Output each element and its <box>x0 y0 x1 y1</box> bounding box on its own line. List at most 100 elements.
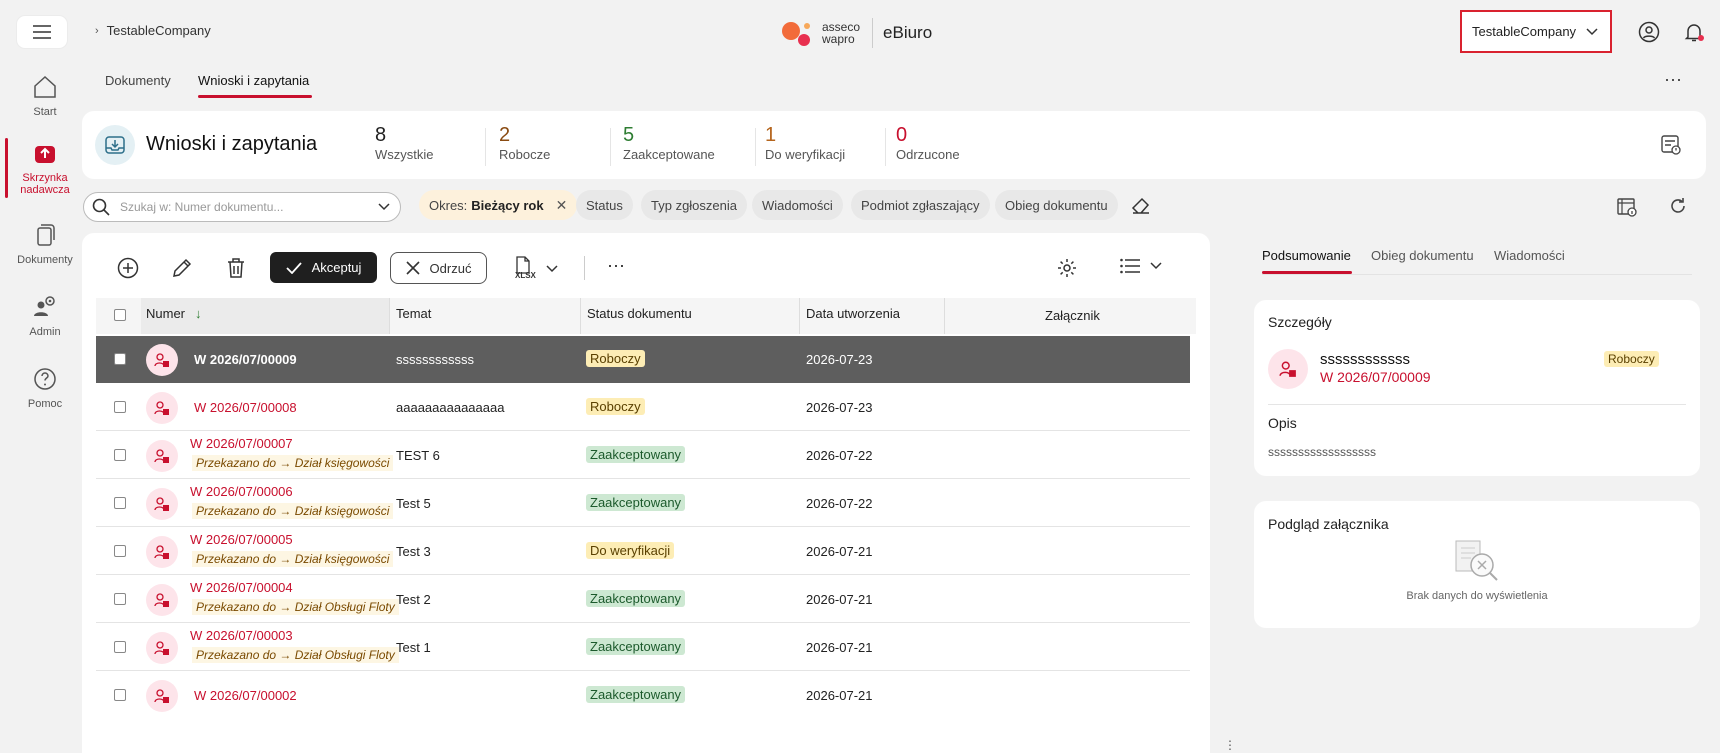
details-status-badge: Roboczy <box>1604 351 1659 367</box>
stat-rejected-value: 0 <box>896 124 908 146</box>
refresh-icon[interactable] <box>1668 196 1688 216</box>
eraser-icon[interactable] <box>1131 196 1151 216</box>
edit-icon[interactable] <box>170 256 194 280</box>
stat-rejected[interactable]: 0 Odrzucone <box>896 124 960 162</box>
row-checkbox[interactable] <box>114 641 126 653</box>
tab-wnioski[interactable]: Wnioski i zapytania <box>198 73 309 88</box>
add-icon[interactable] <box>116 256 140 280</box>
table-row[interactable]: W 2026/07/00009 ssssssssssss Roboczy 202… <box>96 336 1190 383</box>
doc-number[interactable]: W 2026/07/00004 <box>190 580 293 595</box>
column-temat[interactable]: Temat <box>396 306 431 321</box>
table-row[interactable]: W 2026/07/00008 aaaaaaaaaaaaaaa Roboczy … <box>96 384 1190 431</box>
resize-handle-icon[interactable]: ⋮ <box>1224 738 1236 752</box>
user-account-icon[interactable] <box>1637 20 1661 44</box>
menu-button[interactable] <box>17 16 67 48</box>
forward-note: Przekazano do → Dział księgowości <box>192 551 394 567</box>
details-card: Szczegóły ssssssssssss W 2026/07/00009 R… <box>1254 300 1700 476</box>
list-view-icon <box>1120 258 1140 274</box>
tab-messages[interactable]: Wiadomości <box>1494 248 1565 263</box>
accept-button[interactable]: Akceptuj <box>270 252 377 283</box>
table-row[interactable]: W 2026/07/00003 Przekazano do → Dział Ob… <box>96 624 1190 671</box>
doc-date: 2026-07-23 <box>806 352 873 367</box>
delete-icon[interactable] <box>224 256 248 280</box>
doc-number[interactable]: W 2026/07/00007 <box>190 436 293 451</box>
logo-mark-icon <box>782 22 810 46</box>
inbox-download-icon <box>95 125 135 165</box>
table-row[interactable]: W 2026/07/00006 Przekazano do → Dział ks… <box>96 480 1190 527</box>
doc-number[interactable]: W 2026/07/00005 <box>190 532 293 547</box>
doc-number[interactable]: W 2026/07/00006 <box>190 484 293 499</box>
doc-number[interactable]: W 2026/07/00003 <box>190 628 293 643</box>
nav-documents[interactable]: Dokumenty <box>0 222 90 266</box>
stat-draft-label: Robocze <box>499 147 551 162</box>
row-checkbox[interactable] <box>114 401 126 413</box>
table-row[interactable]: W 2026/07/00005 Przekazano do → Dział ks… <box>96 528 1190 575</box>
stat-accepted-label: Zaakceptowane <box>623 147 715 162</box>
tab-dokumenty[interactable]: Dokumenty <box>105 73 171 88</box>
doc-number[interactable]: W 2026/07/00009 <box>194 352 297 367</box>
check-icon <box>285 261 302 274</box>
nav-outbox[interactable]: Skrzynka nadawcza <box>0 140 90 196</box>
column-numer[interactable]: Numer ↓ <box>146 306 202 321</box>
chip-messages[interactable]: Wiadomości <box>752 190 843 220</box>
column-status[interactable]: Status dokumentu <box>587 306 692 321</box>
table-row[interactable]: W 2026/07/00004 Przekazano do → Dział Ob… <box>96 576 1190 623</box>
row-checkbox[interactable] <box>114 449 126 461</box>
stat-all[interactable]: 8 Wszystkie <box>375 124 434 162</box>
view-mode-button[interactable] <box>1120 258 1162 274</box>
chip-period-value: Bieżący rok <box>471 197 544 213</box>
doc-number[interactable]: W 2026/07/00002 <box>194 688 297 703</box>
header-card <box>82 111 1706 179</box>
search-box[interactable] <box>83 192 401 222</box>
doc-number[interactable]: W 2026/07/00008 <box>194 400 297 415</box>
chip-status[interactable]: Status <box>576 190 633 220</box>
more-options-icon[interactable]: ⋯ <box>1664 70 1683 91</box>
search-input[interactable] <box>120 200 378 214</box>
row-checkbox[interactable] <box>114 593 126 605</box>
tab-summary[interactable]: Podsumowanie <box>1262 248 1351 263</box>
table-row[interactable]: W 2026/07/00007 Przekazano do → Dział ks… <box>96 432 1190 479</box>
nav-admin[interactable]: Admin <box>0 294 90 338</box>
report-icon[interactable] <box>1660 134 1682 156</box>
stat-accepted[interactable]: 5 Zaakceptowane <box>623 124 715 162</box>
export-xlsx-button[interactable]: XLSX <box>514 256 558 282</box>
chip-submitter[interactable]: Podmiot zgłaszający <box>851 190 990 220</box>
tab-workflow[interactable]: Obieg dokumentu <box>1371 248 1474 263</box>
nav-help[interactable]: Pomoc <box>0 366 90 410</box>
column-info-icon[interactable] <box>1616 196 1638 218</box>
hamburger-icon <box>33 25 51 39</box>
stat-accepted-value: 5 <box>623 124 635 146</box>
column-date[interactable]: Data utworzenia <box>806 306 900 321</box>
row-checkbox[interactable] <box>114 353 126 365</box>
tab-active-underline <box>1262 271 1352 274</box>
logo-line2: wapro <box>822 32 855 46</box>
chip-workflow[interactable]: Obieg dokumentu <box>995 190 1118 220</box>
stat-verification[interactable]: 1 Do weryfikacji <box>765 124 845 162</box>
stat-rejected-label: Odrzucone <box>896 147 960 162</box>
search-icon <box>92 198 110 216</box>
chip-type[interactable]: Typ zgłoszenia <box>641 190 747 220</box>
column-attachment[interactable]: Załącznik <box>1045 308 1100 323</box>
stat-verification-label: Do weryfikacji <box>765 147 846 162</box>
doc-date: 2026-07-21 <box>806 688 873 703</box>
table-row[interactable]: W 2026/07/00002 Zaakceptowany 2026-07-21 <box>96 672 1190 719</box>
stat-verification-value: 1 <box>765 124 777 146</box>
nav-start[interactable]: Start <box>0 74 90 118</box>
doc-subject: Test 3 <box>396 544 431 559</box>
notification-bell-icon[interactable] <box>1682 20 1706 44</box>
settings-gear-icon[interactable] <box>1055 256 1079 280</box>
chip-period[interactable]: Okres: Bieżący rok ✕ <box>419 190 578 220</box>
chevron-down-icon[interactable] <box>378 203 390 211</box>
more-actions-icon[interactable]: ⋯ <box>607 256 625 277</box>
company-selector[interactable]: TestableCompany <box>1460 10 1612 53</box>
details-number[interactable]: W 2026/07/00009 <box>1320 369 1431 385</box>
close-icon[interactable]: ✕ <box>556 197 568 214</box>
row-checkbox[interactable] <box>114 689 126 701</box>
row-checkbox[interactable] <box>114 497 126 509</box>
breadcrumb[interactable]: › TestableCompany <box>95 23 211 38</box>
doc-date: 2026-07-22 <box>806 448 873 463</box>
reject-button[interactable]: Odrzuć <box>390 252 487 284</box>
row-checkbox[interactable] <box>114 545 126 557</box>
select-all-checkbox[interactable] <box>114 309 126 321</box>
stat-draft[interactable]: 2 Robocze <box>499 124 550 162</box>
